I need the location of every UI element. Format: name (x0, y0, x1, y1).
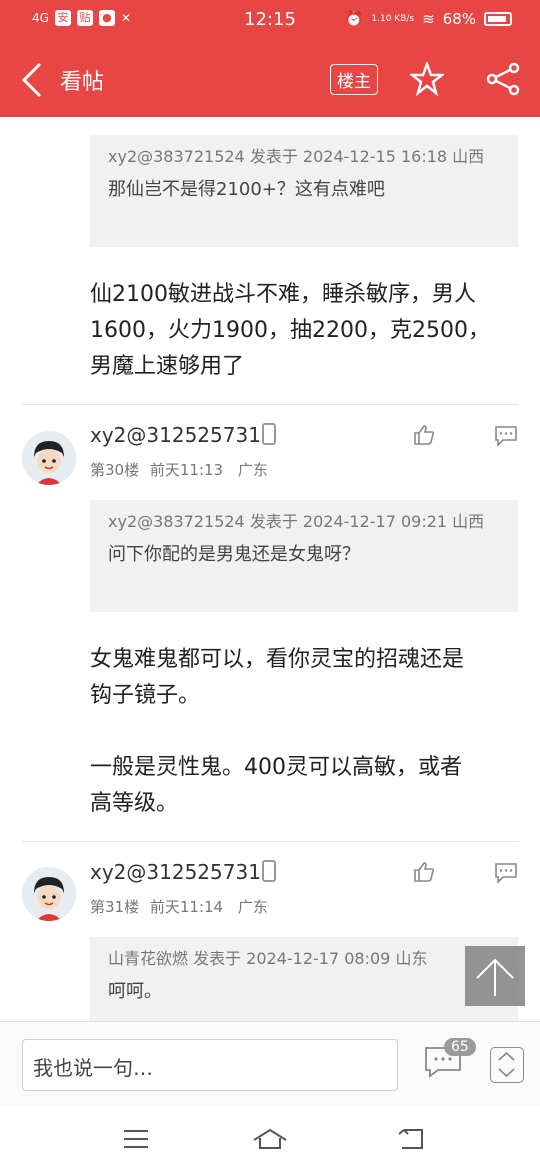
reply-input[interactable]: 我也说一句… (22, 1039, 398, 1091)
thumbs-up-icon[interactable] (412, 860, 436, 884)
page-title: 看帖 (60, 70, 105, 95)
avatar-image-icon (22, 431, 76, 485)
post-body: 仙2100敏进战斗不难，睡杀敏序，男人 1600，火力1900，抽2200，克2… (90, 277, 510, 385)
post-body-line: 一般是灵性鬼。400灵可以高敏，或者 (90, 755, 462, 780)
system-nav-bar (0, 1106, 540, 1170)
reply-comment-icon[interactable] (494, 425, 518, 447)
divider (22, 404, 518, 405)
alarm-icon: ⏰ (344, 10, 364, 28)
mobile-device-icon (262, 860, 276, 882)
quote-block: xy2@383721524 发表于 2024-12-17 09:21 山西 问下… (90, 500, 518, 612)
menu-icon[interactable] (122, 1128, 150, 1150)
owner-only-button[interactable]: 楼主 (330, 64, 378, 95)
quote-text: 那仙岂不是得2100+？这有点难吧 (108, 179, 385, 200)
username[interactable]: xy2@312525731 (90, 860, 261, 884)
avatar[interactable] (22, 867, 76, 921)
post-meta: 第30楼 前天11:13 广东 (90, 459, 268, 480)
arrow-up-icon (476, 958, 514, 996)
quote-text: 呵呵。 (108, 981, 162, 1002)
home-icon[interactable] (252, 1126, 288, 1152)
floor-number: 第30楼 (90, 461, 140, 479)
quote-meta: xy2@383721524 发表于 2024-12-15 16:18 山西 (108, 147, 485, 166)
avatar[interactable] (22, 431, 76, 485)
post-time: 前天11:14 (149, 898, 224, 916)
battery-icon (484, 12, 512, 26)
status-bar: 4G 安 贴 ● ✕ 12:15 ⏰ 1.10 KB/s ≋ 68% (0, 0, 540, 42)
post-body-line: 1600，火力1900，抽2200，克2500， (90, 318, 490, 343)
post-body-line: 仙2100敏进战斗不难，睡杀敏序，男人 (90, 282, 476, 307)
avatar-image-icon (22, 867, 76, 921)
battery-text: 68% (442, 10, 476, 28)
reply-comment-icon[interactable] (494, 862, 518, 884)
chevron-up-down-icon (498, 1051, 515, 1078)
thumbs-up-icon[interactable] (412, 423, 436, 447)
back-arrow-icon[interactable] (20, 62, 52, 98)
post-time: 前天11:13 (149, 461, 224, 479)
page-jump-button[interactable] (490, 1047, 524, 1083)
quote-meta: 山青花欲燃 发表于 2024-12-17 08:09 山东 (108, 949, 428, 968)
back-icon[interactable] (396, 1126, 426, 1152)
post-body: 女鬼难鬼都可以，看你灵宝的招魂还是 钩子镜子。 一般是灵性鬼。400灵可以高敏，… (90, 642, 510, 822)
thread-content[interactable]: xy2@383721524 发表于 2024-12-15 16:18 山西 那仙… (0, 117, 540, 1021)
top-bar: 4G 安 贴 ● ✕ 12:15 ⏰ 1.10 KB/s ≋ 68% 看帖 楼主 (0, 0, 540, 117)
share-icon[interactable] (486, 62, 520, 96)
scroll-to-top-button[interactable] (465, 946, 525, 1006)
post-meta: 第31楼 前天11:14 广东 (90, 896, 268, 917)
star-icon[interactable] (410, 62, 444, 96)
nav-bar: 看帖 楼主 (0, 42, 540, 117)
quote-text: 问下你配的是男鬼还是女鬼呀？ (108, 544, 360, 565)
quote-meta: xy2@383721524 发表于 2024-12-17 09:21 山西 (108, 512, 485, 531)
quote-block: 山青花欲燃 发表于 2024-12-17 08:09 山东 呵呵。 (90, 937, 518, 1021)
username[interactable]: xy2@312525731 (90, 423, 261, 447)
post-body-line: 钩子镜子。 (90, 683, 201, 708)
wifi-icon: ≋ (422, 10, 435, 28)
net-speed: 1.10 KB/s (371, 13, 415, 24)
reply-bar: 我也说一句… 65 (0, 1021, 540, 1106)
post-region: 广东 (237, 461, 268, 479)
quote-block: xy2@383721524 发表于 2024-12-15 16:18 山西 那仙… (90, 135, 518, 247)
comment-count-badge: 65 (444, 1038, 476, 1056)
post-body-spacer (90, 714, 510, 750)
status-right: ⏰ 1.10 KB/s ≋ 68% (345, 10, 512, 28)
post-body-line: 女鬼难鬼都可以，看你灵宝的招魂还是 (90, 647, 465, 672)
divider (22, 841, 518, 842)
floor-number: 第31楼 (90, 898, 140, 916)
post-body-line: 男魔上速够用了 (90, 354, 245, 379)
mobile-device-icon (262, 423, 276, 445)
post-body-line: 高等级。 (90, 791, 179, 816)
post-region: 广东 (237, 898, 268, 916)
